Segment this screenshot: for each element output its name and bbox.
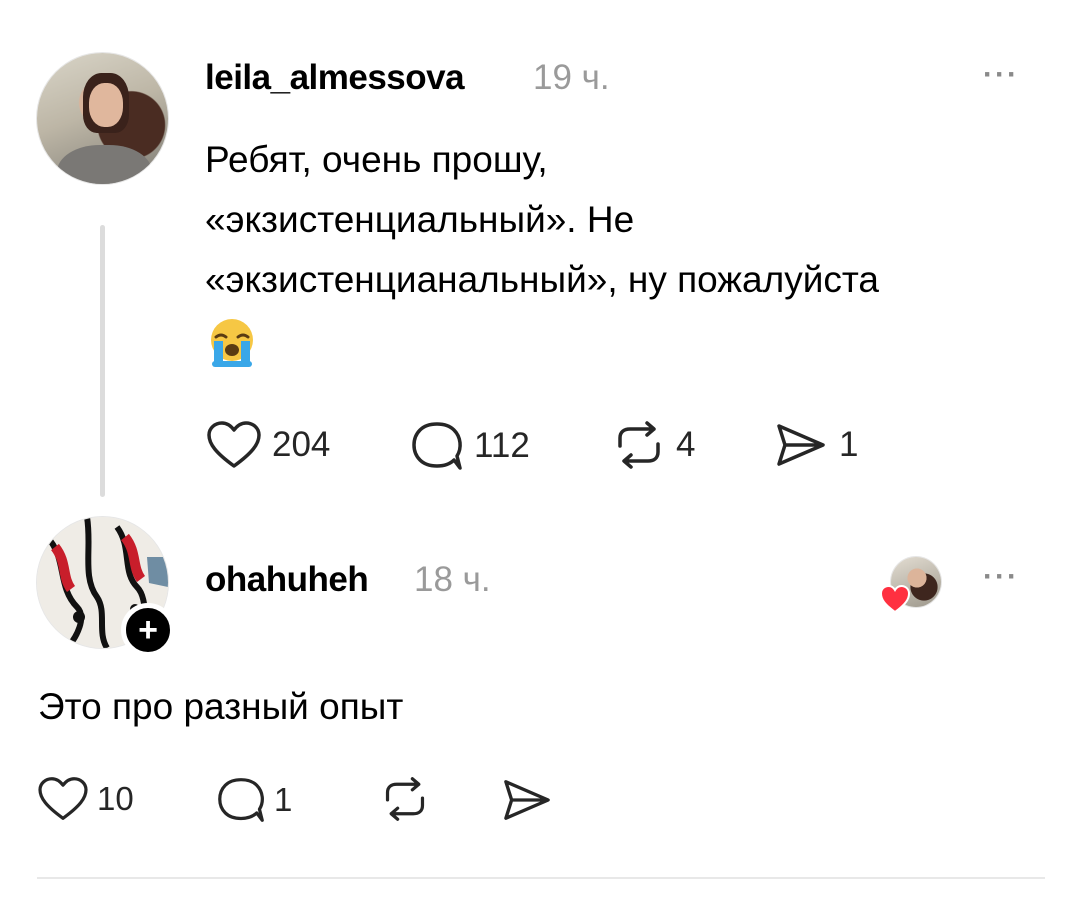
repost-button[interactable] [380, 776, 430, 822]
comment-icon [412, 422, 462, 470]
reply-username[interactable]: ohahuheh [205, 560, 369, 600]
follow-plus-button[interactable]: + [121, 603, 175, 657]
post-body: Ребят, очень прошу, «экзистенциальный». … [205, 130, 1055, 310]
heart-icon [207, 421, 261, 468]
avatar-body-shape [57, 145, 152, 184]
avatar-face-shape [89, 83, 123, 127]
post-text-line: «экзистенцианальный», ну пожалуйста [205, 259, 879, 300]
repost-button[interactable]: 4 [612, 420, 695, 470]
post-username[interactable]: leila_almessova [205, 58, 465, 98]
share-button[interactable] [500, 776, 554, 824]
like-count: 10 [97, 780, 134, 817]
repost-icon [385, 777, 425, 821]
thread-line [100, 225, 105, 497]
send-icon [504, 780, 550, 820]
reply-count: 1 [274, 781, 293, 818]
send-icon [777, 424, 825, 466]
post-timestamp: 19 ч. [533, 58, 610, 97]
more-options-button[interactable]: ··· [983, 58, 1019, 92]
crying-face-icon [211, 319, 253, 367]
reply-button[interactable]: 112 [410, 420, 530, 472]
reply-button[interactable]: 1 [216, 776, 292, 824]
reply-timestamp: 18 ч. [414, 560, 491, 599]
post-text-line: Ребят, очень прошу, [205, 139, 548, 180]
post-text-line: «экзистенциальный». Не [205, 199, 635, 240]
like-button[interactable]: 204 [206, 420, 330, 470]
like-button[interactable]: 10 [37, 776, 134, 822]
reply-body: Это про разный опыт [38, 686, 404, 727]
divider [37, 877, 1045, 879]
more-options-button[interactable]: ··· [983, 560, 1019, 594]
share-count: 1 [839, 425, 859, 464]
repost-count: 4 [676, 425, 696, 464]
share-button[interactable]: 1 [773, 420, 858, 470]
repost-icon [618, 421, 660, 469]
heart-icon [38, 777, 88, 820]
heart-badge-icon [879, 584, 911, 614]
comment-icon [218, 778, 264, 822]
avatar[interactable] [37, 53, 168, 184]
like-count: 204 [272, 425, 331, 464]
reply-count: 112 [474, 426, 530, 465]
